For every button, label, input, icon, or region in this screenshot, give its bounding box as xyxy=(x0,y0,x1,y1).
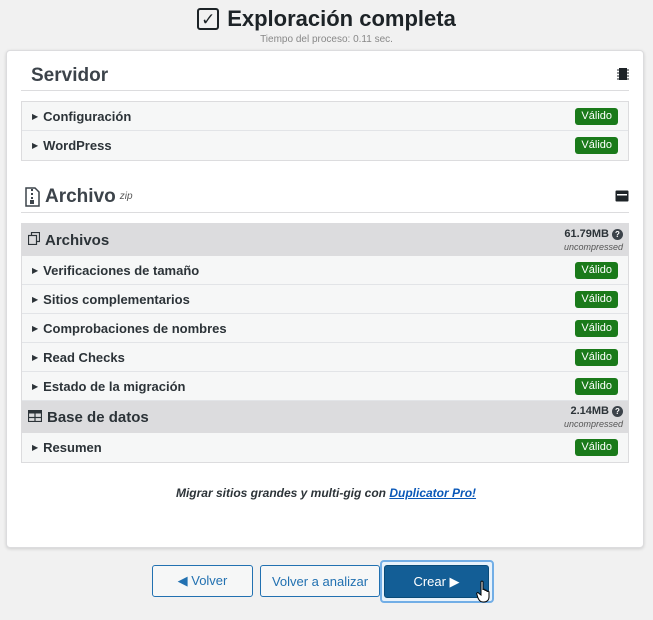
check-label: Resumen xyxy=(43,440,102,455)
create-button[interactable]: Crear ▶ xyxy=(384,565,489,598)
database-title: Base de datos xyxy=(47,408,149,426)
zip-file-icon xyxy=(25,186,40,207)
process-time: Tiempo del proceso: 0.11 sec. xyxy=(260,34,393,45)
duplicator-pro-link[interactable]: Duplicator Pro! xyxy=(389,486,476,500)
database-subheader: Base de datos 2.14MB? uncompressed xyxy=(22,401,628,433)
table-icon xyxy=(27,409,43,425)
hand-pointer-cursor-icon xyxy=(476,580,494,609)
check-row-config[interactable]: ▶ Configuración Válido xyxy=(22,102,628,131)
expand-triangle-icon: ▶ xyxy=(32,111,39,121)
check-row-size[interactable]: ▶ Verificaciones de tamaño Válido xyxy=(22,256,628,285)
title-row: ✓ Exploración completa xyxy=(0,5,653,33)
files-size-box: 61.79MB? uncompressed xyxy=(564,227,623,253)
status-badge: Válido xyxy=(575,290,618,308)
expand-triangle-icon: ▶ xyxy=(32,265,39,275)
server-section-header: Servidor xyxy=(21,61,629,91)
archive-section-header: Archivo zip xyxy=(21,181,629,213)
server-checks: ▶ Configuración Válido ▶ WordPress Válido xyxy=(21,101,629,161)
database-size: 2.14MB xyxy=(570,405,609,417)
back-button[interactable]: ◀ Volver xyxy=(152,565,253,597)
expand-triangle-icon: ▶ xyxy=(32,323,39,333)
database-size-note: uncompressed xyxy=(563,419,623,429)
status-badge: Válido xyxy=(575,348,618,366)
expand-triangle-icon: ▶ xyxy=(32,352,39,362)
files-size-note: uncompressed xyxy=(563,242,623,252)
page-title: Exploración completa xyxy=(227,6,456,31)
help-icon[interactable]: ? xyxy=(612,229,623,240)
promo-text: Migrar sitios grandes y multi-gig con Du… xyxy=(7,486,645,500)
check-row-migration[interactable]: ▶ Estado de la migración Válido xyxy=(22,372,628,401)
status-badge: Válido xyxy=(575,377,618,395)
check-label: Verificaciones de tamaño xyxy=(43,262,200,278)
check-label: Configuración xyxy=(43,108,132,124)
server-section-title: Servidor xyxy=(31,64,109,86)
check-row-wordpress[interactable]: ▶ WordPress Válido xyxy=(22,131,628,160)
copy-files-icon xyxy=(27,231,41,248)
archive-type-label: zip xyxy=(119,191,133,202)
files-subheader: Archivos 61.79MB? uncompressed xyxy=(22,224,628,256)
check-row-summary[interactable]: ▶ Resumen Válido xyxy=(22,433,628,462)
database-size-box: 2.14MB? uncompressed xyxy=(564,404,623,430)
expand-triangle-icon: ▶ xyxy=(32,443,39,452)
expand-triangle-icon: ▶ xyxy=(32,294,39,304)
status-badge: Válido xyxy=(575,137,618,154)
check-row-addon-sites[interactable]: ▶ Sitios complementarios Válido xyxy=(22,285,628,314)
expand-triangle-icon: ▶ xyxy=(32,141,39,150)
check-row-names[interactable]: ▶ Comprobaciones de nombres Válido xyxy=(22,314,628,343)
check-label: Read Checks xyxy=(43,349,125,365)
help-icon[interactable]: ? xyxy=(612,406,623,417)
status-badge: Válido xyxy=(575,439,618,456)
scan-results-card: Servidor ▶ Configuración Válido ▶ WordPres… xyxy=(6,50,644,548)
archive-checks: Archivos 61.79MB? uncompressed ▶ Verifica… xyxy=(21,223,629,463)
expand-triangle-icon: ▶ xyxy=(32,381,39,391)
status-badge: Válido xyxy=(575,261,618,279)
rescan-button[interactable]: Volver a analizar xyxy=(260,565,380,597)
check-label: Sitios complementarios xyxy=(43,291,190,307)
check-label: WordPress xyxy=(43,138,112,153)
checkbox-checked-icon: ✓ xyxy=(197,8,220,30)
check-row-read[interactable]: ▶ Read Checks Válido xyxy=(22,343,628,372)
archive-box-icon xyxy=(615,189,629,205)
files-size: 61.79MB xyxy=(564,228,609,240)
promo-label: Migrar sitios grandes y multi-gig con xyxy=(175,486,390,500)
chip-icon xyxy=(617,67,629,84)
archive-section-title-wrap: Archivo zip xyxy=(21,186,133,208)
status-badge: Válido xyxy=(575,107,618,125)
check-label: Comprobaciones de nombres xyxy=(43,320,227,336)
page-header: ✓ Exploración completa Tiempo del proces… xyxy=(0,0,653,45)
check-label: Estado de la migración xyxy=(43,378,186,394)
archive-section-title: Archivo xyxy=(45,185,116,207)
files-title: Archivos xyxy=(45,231,110,249)
status-badge: Válido xyxy=(575,319,618,337)
